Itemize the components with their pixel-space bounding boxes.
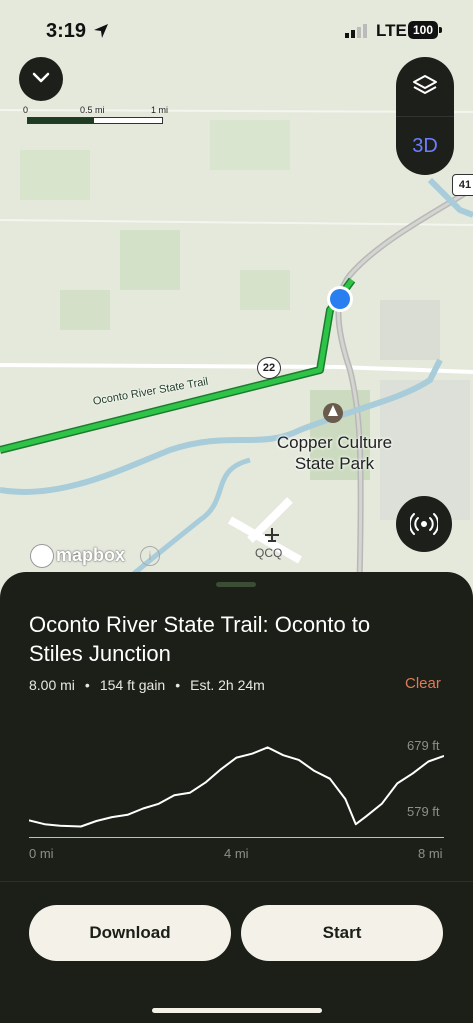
trail-stats: 8.00 mi • 154 ft gain • Est. 2h 24m (29, 677, 265, 693)
y-tick-label-bottom: 579 ft (407, 804, 440, 819)
trail-sheet: Oconto River State Trail: Oconto to Stil… (0, 572, 473, 1023)
scale-one: 1 mi (151, 105, 169, 115)
network-label: LTE (376, 21, 407, 40)
elevation-chart[interactable] (29, 732, 444, 857)
y-tick-label-top: 679 ft (407, 738, 440, 753)
scale-zero: 0 (23, 105, 29, 115)
route-22-shield: 22 (257, 357, 281, 379)
map-controls: 3D (396, 57, 454, 175)
status-bar: 3:19 LTE 100 (0, 0, 473, 60)
collapse-button[interactable] (19, 57, 63, 101)
elevation-point (59, 824, 61, 827)
broadcast-icon (410, 513, 438, 535)
battery-tip (439, 27, 442, 33)
mapbox-attribution[interactable]: mapbox (56, 545, 125, 566)
location-arrow-icon (94, 24, 108, 38)
layers-button[interactable] (396, 57, 454, 115)
elevation-point (142, 807, 144, 810)
elevation-point (313, 770, 316, 772)
map-scale: 0 0.5 mi 1 mi (23, 105, 173, 125)
chart-x-axis (29, 837, 444, 838)
broadcast-button[interactable] (396, 496, 452, 552)
start-button[interactable]: Start (241, 905, 443, 961)
drag-handle[interactable] (216, 582, 256, 587)
elevation-point (189, 792, 191, 794)
trail-gain: 154 ft gain (99, 677, 166, 693)
elevation-point (111, 816, 113, 818)
elevation-point (204, 781, 207, 784)
elevation-point (344, 798, 347, 800)
scale-half: 0.5 mi (80, 105, 105, 115)
elevation-point (266, 746, 269, 749)
elevation-point (329, 777, 331, 780)
x-tick-label-start: 0 mi (29, 846, 54, 861)
x-tick-label-end: 8 mi (418, 846, 443, 861)
battery-indicator: 100 (408, 21, 438, 39)
elevation-point (43, 823, 46, 825)
elevation-point (95, 820, 98, 822)
scale-bar (27, 117, 163, 124)
clear-button[interactable]: Clear (405, 675, 441, 692)
chevron-down-icon (32, 72, 50, 83)
elevation-point (427, 760, 430, 763)
elevation-point (365, 815, 368, 818)
trail-distance: 8.00 mi (29, 677, 75, 693)
layers-icon (413, 75, 437, 94)
elevation-point (251, 752, 253, 755)
elevation-point (80, 825, 82, 828)
elevation-point (396, 782, 399, 785)
elevation-point (298, 759, 300, 761)
elevation-point (355, 823, 357, 825)
elevation-point (173, 794, 176, 796)
x-tick-label-mid: 4 mi (224, 846, 249, 861)
elevation-point (282, 754, 284, 756)
3d-toggle-button[interactable]: 3D (396, 119, 454, 173)
elevation-point (126, 814, 129, 816)
trail-title: Oconto River State Trail: Oconto to Stil… (29, 612, 371, 666)
sheet-divider (0, 881, 473, 882)
elevation-point (381, 803, 383, 805)
signal-icon (345, 24, 367, 38)
home-indicator[interactable] (152, 1008, 322, 1013)
park-label[interactable]: Copper Culture State Park (262, 432, 407, 474)
mapbox-logo-icon (30, 544, 54, 568)
status-time: 3:19 (46, 20, 87, 42)
elevation-point (220, 768, 222, 771)
elevation-point (157, 803, 160, 805)
elevation-point (235, 756, 238, 759)
airport-label: QCQ (255, 546, 283, 560)
info-icon[interactable]: i (140, 546, 160, 566)
download-button[interactable]: Download (29, 905, 231, 961)
elevation-series-line (29, 746, 444, 828)
route-41-shield: 41 (452, 174, 473, 196)
elevation-point (412, 772, 414, 775)
trail-estimate: Est. 2h 24m (190, 677, 265, 693)
